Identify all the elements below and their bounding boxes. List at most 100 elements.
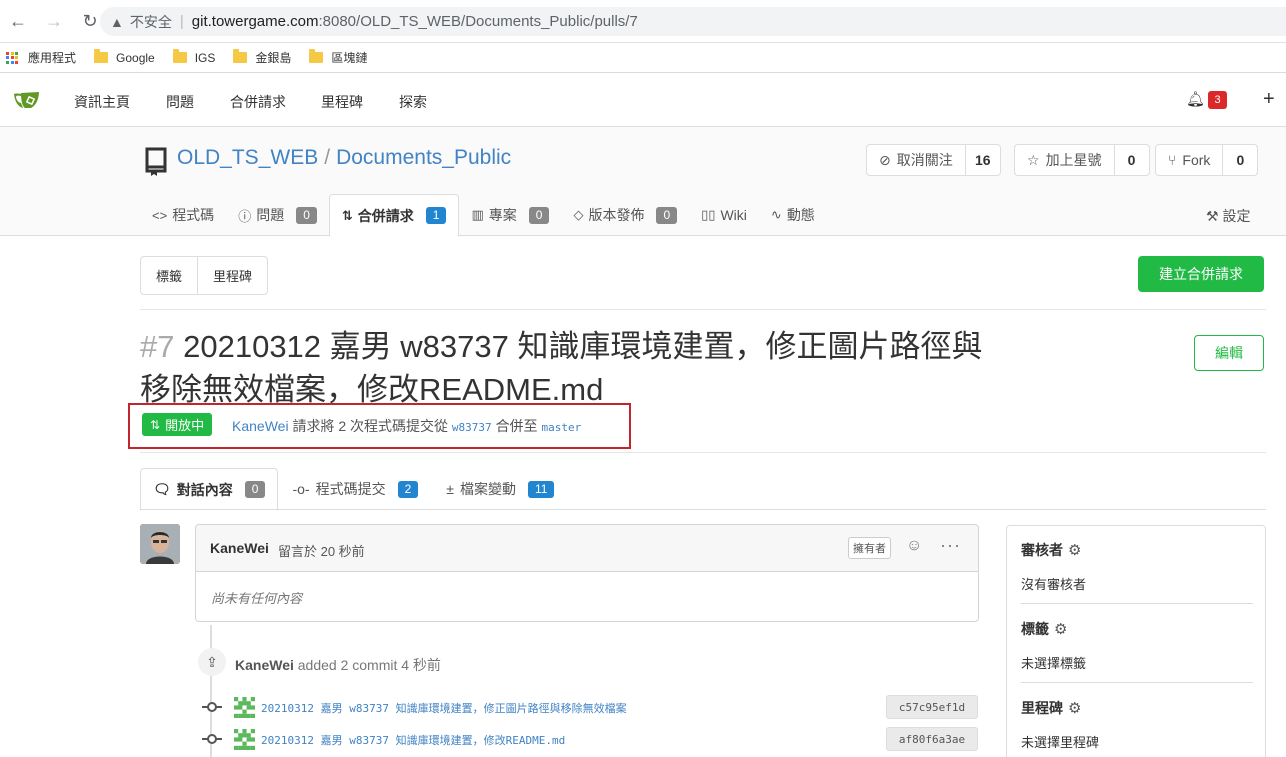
- unwatch-button[interactable]: ⊘ 取消關注: [867, 145, 966, 175]
- tab-label: 程式碼提交: [315, 481, 386, 497]
- head-branch-link[interactable]: w83737: [452, 421, 492, 434]
- star-label: 加上星號: [1045, 152, 1102, 168]
- nav-explore[interactable]: 探索: [399, 92, 427, 112]
- commit-sha-button[interactable]: af80f6a3ae: [886, 727, 978, 751]
- bookmarks-bar: 應用程式 Google IGS 金銀島 區塊鏈: [0, 43, 1286, 73]
- repo-owner-link[interactable]: OLD_TS_WEB: [177, 146, 318, 169]
- divider: [140, 309, 1266, 310]
- labels-button[interactable]: 標籤: [141, 257, 199, 294]
- edit-title-button[interactable]: 編輯: [1194, 335, 1264, 371]
- push-user-link[interactable]: KaneWei: [235, 657, 294, 673]
- tab-issues[interactable]: ⓘ 問題 0: [226, 194, 329, 236]
- commit-icon: -o-: [292, 481, 310, 497]
- apps-grid-icon: [6, 51, 18, 64]
- nav-pull-requests[interactable]: 合併請求: [230, 92, 286, 112]
- fork-button-group: ⑂ Fork 0: [1155, 144, 1259, 176]
- url-host: git.towergame.com: [191, 13, 319, 30]
- bookmark-blockchain[interactable]: 區塊鏈: [309, 49, 367, 66]
- watch-count[interactable]: 16: [966, 145, 1000, 175]
- fork-icon: ⑂: [1168, 152, 1177, 168]
- comment-discussion-icon: 🗨︎: [153, 481, 171, 497]
- bookmark-label: 區塊鏈: [331, 51, 368, 65]
- bookmark-google[interactable]: Google: [94, 49, 155, 65]
- tab-activity[interactable]: ∿ 動態: [759, 194, 827, 236]
- milestone-title[interactable]: 里程碑 ⚙: [1021, 698, 1253, 718]
- pr-meta-text: 請求將 2 次程式碼提交從: [292, 418, 449, 434]
- avatar[interactable]: [140, 524, 180, 564]
- repo-tabs: <> 程式碼 ⓘ 問題 0 ⇅ 合併請求 1 ▥ 專案 0 ◇ 版本發佈 0 ▯▯ Wiki ∿ 動態: [140, 194, 827, 237]
- milestone-title-text: 里程碑: [1021, 700, 1063, 716]
- tab-commits[interactable]: -o- 程式碼提交 2: [280, 468, 430, 510]
- pr-meta-into: 合併至: [495, 418, 538, 434]
- commit-row: 20210312 嘉男 w83737 知識庫環境建置，修正圖片路徑與移除無效檔案…: [200, 695, 980, 719]
- fork-count[interactable]: 0: [1223, 145, 1257, 175]
- gitea-logo-icon[interactable]: [13, 90, 41, 110]
- tab-settings[interactable]: ⚒ 設定: [1206, 206, 1250, 226]
- address-bar[interactable]: ▲ 不安全 | git.towergame.com:8080/OLD_TS_WE…: [100, 7, 1286, 36]
- pr-author-link[interactable]: KaneWei: [232, 418, 289, 434]
- base-branch-link[interactable]: master: [541, 421, 581, 434]
- bookmark-apps[interactable]: 應用程式: [6, 49, 76, 66]
- tab-conversation[interactable]: 🗨︎ 對話內容 0: [140, 468, 279, 511]
- bookmark-label: Google: [116, 50, 155, 65]
- commit-sha-button[interactable]: c57c95ef1d: [886, 695, 978, 719]
- smiley-icon[interactable]: ☺: [906, 537, 922, 555]
- commit-node-icon: [202, 702, 222, 712]
- new-pull-request-button[interactable]: 建立合併請求: [1138, 256, 1264, 292]
- bell-icon[interactable]: 🔔︎: [1186, 90, 1205, 108]
- nav-issues[interactable]: 問題: [166, 92, 194, 112]
- tab-count-badge: 2: [397, 480, 419, 498]
- tab-releases[interactable]: ◇ 版本發佈 0: [561, 194, 689, 236]
- tab-label: 合併請求: [357, 207, 414, 224]
- comment-body: 尚未有任何內容: [211, 591, 303, 606]
- tabs-underline: [140, 509, 1266, 510]
- tab-pull-requests[interactable]: ⇅ 合併請求 1: [328, 194, 460, 237]
- commit-message-link[interactable]: 20210312 嘉男 w83737 知識庫環境建置，修改README.md: [261, 732, 565, 748]
- reviewers-title[interactable]: 審核者 ⚙: [1021, 540, 1253, 560]
- tab-count-badge: 1: [425, 207, 447, 224]
- gear-icon[interactable]: ⚙: [1068, 541, 1081, 559]
- bookmark-maplestory[interactable]: 金銀島: [233, 49, 291, 66]
- pr-state-text: 開放中: [165, 418, 205, 433]
- identicon-icon[interactable]: [234, 697, 255, 718]
- identicon-icon[interactable]: [234, 729, 255, 750]
- repo-push-icon: ⇪: [198, 648, 226, 676]
- tab-wiki[interactable]: ▯▯ Wiki: [689, 194, 759, 236]
- tab-count-badge: 0: [656, 206, 678, 224]
- comment-author-link[interactable]: KaneWei: [210, 540, 269, 556]
- tab-projects[interactable]: ▥ 專案 0: [459, 194, 561, 236]
- reload-icon[interactable]: ↻: [78, 9, 102, 33]
- owner-tag: 擁有者: [848, 537, 891, 559]
- tab-label: 對話內容: [176, 481, 233, 498]
- star-button[interactable]: ☆ 加上星號: [1015, 145, 1115, 175]
- milestones-button[interactable]: 里程碑: [198, 257, 267, 294]
- notification-count-badge[interactable]: 3: [1208, 91, 1227, 109]
- diff-icon: ±: [446, 481, 454, 497]
- gear-icon[interactable]: ⚙: [1068, 699, 1081, 717]
- reviewers-title-text: 審核者: [1021, 542, 1063, 558]
- bookmark-igs[interactable]: IGS: [172, 49, 215, 65]
- fork-button[interactable]: ⑂ Fork: [1156, 145, 1224, 175]
- folder-icon: [233, 49, 248, 63]
- tab-code[interactable]: <> 程式碼: [140, 194, 226, 236]
- nav-milestones[interactable]: 里程碑: [321, 92, 363, 112]
- star-icon: ☆: [1027, 151, 1040, 168]
- repo-name-link[interactable]: Documents_Public: [336, 146, 511, 169]
- commit-node-icon: [202, 734, 222, 744]
- forward-arrow-icon[interactable]: →: [42, 9, 66, 33]
- back-arrow-icon[interactable]: ←: [6, 9, 30, 33]
- commit-row: 20210312 嘉男 w83737 知識庫環境建置，修改README.md a…: [200, 727, 980, 751]
- tab-label: 版本發佈: [588, 207, 645, 223]
- gear-icon[interactable]: ⚙: [1054, 620, 1067, 638]
- plus-icon[interactable]: +: [1263, 88, 1275, 111]
- more-options-icon[interactable]: ···: [940, 535, 961, 556]
- pr-title: #7 20210312 嘉男 w83737 知識庫環境建置，修正圖片路徑與移除無…: [140, 325, 1000, 411]
- repo-title: OLD_TS_WEB / Documents_Public: [177, 146, 511, 170]
- url-path: :8080/OLD_TS_WEB/Documents_Public/pulls/…: [318, 13, 638, 30]
- commit-message-link[interactable]: 20210312 嘉男 w83737 知識庫環境建置，修正圖片路徑與移除無效檔案: [261, 700, 627, 716]
- tab-files-changed[interactable]: ± 檔案變動 11: [434, 468, 566, 510]
- labels-title[interactable]: 標籤 ⚙: [1021, 619, 1253, 639]
- star-count[interactable]: 0: [1115, 145, 1149, 175]
- warning-icon: ▲: [110, 13, 124, 30]
- nav-dashboard[interactable]: 資訊主頁: [74, 92, 130, 112]
